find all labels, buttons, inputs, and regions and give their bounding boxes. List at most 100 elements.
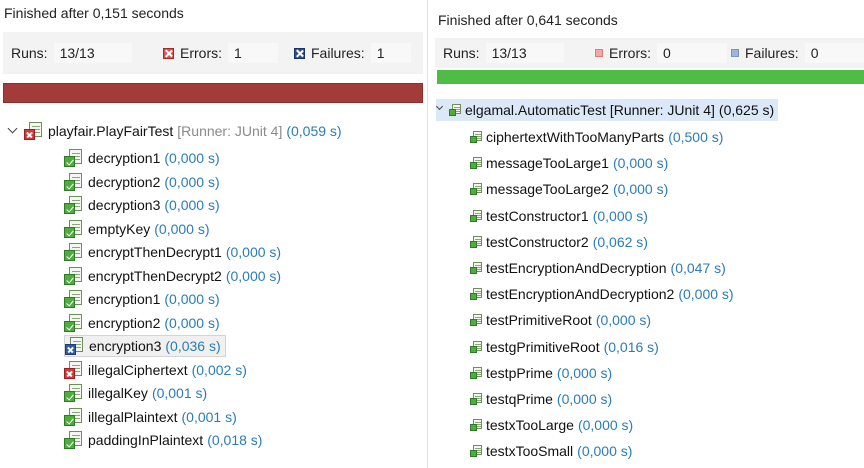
test-pass-icon xyxy=(470,183,482,196)
test-row[interactable]: testxTooSmall (0,000 s) xyxy=(470,440,632,462)
counters-box: Runs: 13/13 Errors: 1 Failures: 1 xyxy=(3,32,423,74)
test-name: testEncryptionAndDecryption xyxy=(486,260,667,276)
test-time: (0,000 s) xyxy=(612,181,669,198)
test-row[interactable]: illegalPlaintext (0,001 s) xyxy=(64,406,237,428)
errors-value: 1 xyxy=(228,43,278,63)
test-time: (0,000 s) xyxy=(577,443,633,460)
failure-icon xyxy=(731,49,739,57)
runs-label: Runs: xyxy=(11,45,48,61)
test-suite-error-icon xyxy=(24,122,42,140)
chevron-down-icon[interactable] xyxy=(8,126,18,136)
test-row[interactable]: testpPrime (0,000 s) xyxy=(470,362,612,384)
test-name: encryptThenDecrypt2 xyxy=(88,267,222,284)
test-time: (0,000 s) xyxy=(556,391,613,407)
test-pass-icon xyxy=(470,288,482,301)
test-name: testqPrime xyxy=(486,391,553,407)
test-pass-icon xyxy=(470,419,482,432)
test-name: decryption1 xyxy=(88,150,161,166)
test-row[interactable]: testgPrimitiveRoot (0,016 s) xyxy=(470,336,659,358)
test-name: encryption2 xyxy=(88,314,161,331)
test-pass-icon xyxy=(64,243,82,261)
chevron-down-icon[interactable] xyxy=(436,105,444,115)
test-name: encryption1 xyxy=(88,291,161,307)
test-time: (0,016 s) xyxy=(603,338,659,355)
test-failure-icon xyxy=(65,337,83,355)
test-row[interactable]: illegalKey (0,001 s) xyxy=(64,382,207,404)
test-name: decryption2 xyxy=(88,173,161,190)
error-icon xyxy=(163,47,174,59)
test-row[interactable]: testPrimitiveRoot (0,000 s) xyxy=(470,309,651,331)
suite-time: (0,625 s) xyxy=(718,102,775,118)
test-row[interactable]: testConstructor2 (0,062 s) xyxy=(470,231,648,253)
suite-runner: [Runner: JUnit 4] xyxy=(177,123,283,139)
test-pass-icon xyxy=(470,445,482,458)
test-pass-icon xyxy=(64,407,82,426)
test-pass-icon xyxy=(470,366,482,379)
test-row[interactable]: encryption1 (0,000 s) xyxy=(64,288,220,310)
test-suite-pass-icon xyxy=(449,104,461,116)
test-error-icon xyxy=(64,360,82,379)
test-name: paddingInPlaintext xyxy=(88,432,204,448)
test-row[interactable]: decryption2 (0,000 s) xyxy=(64,171,220,193)
errors-counter: Errors: 0 xyxy=(595,43,727,63)
test-row[interactable]: messageTooLarge2 (0,000 s) xyxy=(470,178,668,200)
test-name: testpPrime xyxy=(486,364,553,381)
test-pass-icon xyxy=(470,262,482,274)
test-row[interactable]: messageTooLarge1 (0,000 s) xyxy=(470,152,668,174)
suite-name: elgamal.AutomaticTest xyxy=(465,102,606,118)
errors-counter: Errors: 1 xyxy=(163,43,278,63)
test-row[interactable]: testxTooLarge (0,000 s) xyxy=(470,414,633,436)
test-name: testxTooSmall xyxy=(486,443,574,460)
test-row[interactable]: decryption1 (0,000 s) xyxy=(64,147,220,169)
test-row[interactable]: emptyKey (0,000 s) xyxy=(64,218,210,240)
test-time: (0,001 s) xyxy=(181,408,237,425)
failures-counter: Failures: 0 xyxy=(731,43,864,63)
suite-row[interactable]: elgamal.AutomaticTest [Runner: JUnit 4] … xyxy=(436,99,779,121)
test-row[interactable]: encryptThenDecrypt2 (0,000 s) xyxy=(64,265,281,287)
test-pass-icon xyxy=(64,172,82,191)
test-row[interactable]: decryption3 (0,000 s) xyxy=(64,194,220,216)
test-pass-icon xyxy=(470,131,482,143)
failures-value: 0 xyxy=(804,43,864,63)
progress-fill xyxy=(437,70,864,84)
test-time: (0,000 s) xyxy=(556,364,613,381)
test-row[interactable]: testEncryptionAndDecryption (0,047 s) xyxy=(470,257,726,279)
test-tree[interactable]: playfair.PlayFairTest [Runner: JUnit 4] … xyxy=(0,120,427,465)
finished-status: Finished after 0,641 seconds xyxy=(438,12,618,28)
runs-value: 13/13 xyxy=(485,43,564,63)
test-time: (0,002 s) xyxy=(191,361,247,378)
suite-row[interactable]: playfair.PlayFairTest [Runner: JUnit 4] … xyxy=(8,120,342,142)
test-pass-icon xyxy=(64,384,82,402)
test-name: illegalPlaintext xyxy=(88,408,178,425)
test-time: (0,000 s) xyxy=(164,150,220,166)
test-row[interactable]: encryptThenDecrypt1 (0,000 s) xyxy=(64,241,281,263)
finished-status: Finished after 0,151 seconds xyxy=(4,5,184,21)
test-pass-icon xyxy=(470,235,482,248)
failures-label: Failures: xyxy=(745,45,799,61)
runs-label: Runs: xyxy=(443,45,480,61)
suite-runner: [Runner: JUnit 4] xyxy=(609,102,715,118)
test-name: testgPrimitiveRoot xyxy=(486,338,600,355)
test-tree[interactable]: elgamal.AutomaticTest [Runner: JUnit 4] … xyxy=(432,96,864,466)
test-row[interactable]: encryption2 (0,000 s) xyxy=(64,312,220,334)
test-time: (0,001 s) xyxy=(151,385,208,401)
test-pass-icon xyxy=(64,431,82,449)
test-row[interactable]: ciphertextWithTooManyParts (0,500 s) xyxy=(470,126,723,148)
test-name: testxTooLarge xyxy=(486,417,574,434)
test-time: (0,018 s) xyxy=(207,432,263,448)
errors-value: 0 xyxy=(657,43,727,63)
test-row[interactable]: testqPrime (0,000 s) xyxy=(470,388,612,410)
test-time: (0,000 s) xyxy=(164,173,220,190)
right-junit-panel: Finished after 0,641 seconds Runs: 13/13… xyxy=(432,0,864,468)
test-name: illegalKey xyxy=(88,385,148,401)
test-row[interactable]: testEncryptionAndDecryption2 (0,000 s) xyxy=(470,283,734,305)
test-pass-icon xyxy=(64,196,82,214)
suite-time: (0,059 s) xyxy=(286,123,342,139)
test-row[interactable]: illegalCiphertext (0,002 s) xyxy=(64,359,247,381)
test-row[interactable]: testConstructor1 (0,000 s) xyxy=(470,205,648,227)
test-row[interactable]: paddingInPlaintext (0,018 s) xyxy=(64,429,262,451)
test-pass-icon xyxy=(470,393,482,405)
progress-bar xyxy=(3,83,423,103)
suite-name: playfair.PlayFairTest xyxy=(48,123,174,139)
test-row[interactable]: encryption3 (0,036 s) xyxy=(64,335,226,357)
